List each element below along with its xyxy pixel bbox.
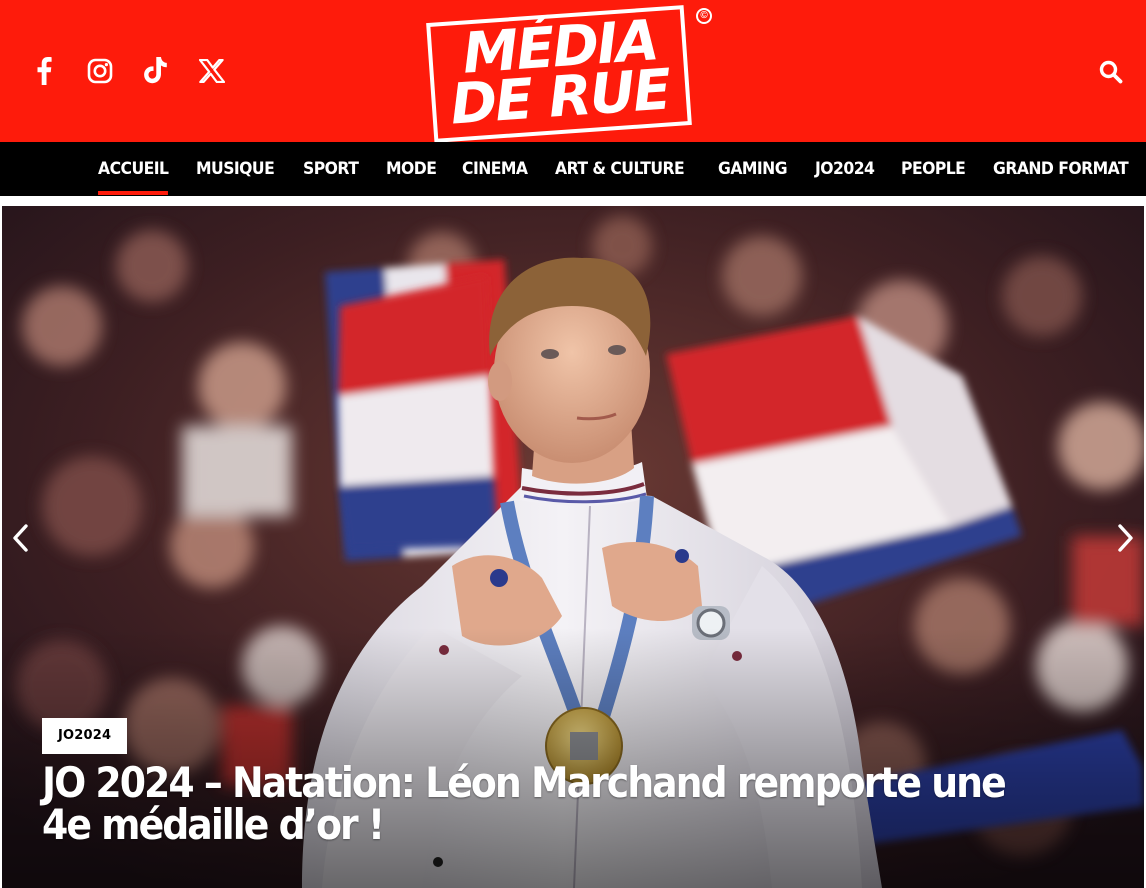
slider-next-button[interactable] <box>1112 518 1140 558</box>
nav-item-musique[interactable]: MUSIQUE <box>185 142 285 196</box>
nav-item-accueil[interactable]: ACCUEIL <box>87 142 179 196</box>
x-twitter-icon <box>199 59 225 83</box>
facebook-link[interactable] <box>16 52 72 90</box>
nav-item-art-culture[interactable]: ART & CULTURE <box>544 142 695 196</box>
tiktok-icon <box>144 57 167 84</box>
site-header: MÉDIA DE RUE © <box>0 0 1146 143</box>
nav-item-people[interactable]: PEOPLE <box>890 142 976 196</box>
nav-list: ACCUEIL MUSIQUE SPORT MODE CINEMA ART & … <box>87 142 1146 196</box>
instagram-icon <box>87 58 113 84</box>
x-twitter-link[interactable] <box>184 52 240 90</box>
slider-prev-button[interactable] <box>6 518 34 558</box>
instagram-link[interactable] <box>72 52 128 90</box>
social-links <box>16 52 240 90</box>
main-nav: ACCUEIL MUSIQUE SPORT MODE CINEMA ART & … <box>0 142 1146 196</box>
hero-slider[interactable]: JO2024 JO 2024 – Natation: Léon Marchand… <box>2 206 1144 888</box>
nav-item-cinema[interactable]: CINEMA <box>451 142 539 196</box>
site-logo[interactable]: MÉDIA DE RUE © <box>426 5 716 143</box>
facebook-icon <box>37 57 52 85</box>
nav-item-mode[interactable]: MODE <box>375 142 447 196</box>
nav-item-jo2024[interactable]: JO2024 <box>804 142 885 196</box>
chevron-right-icon <box>1118 524 1133 552</box>
chevron-left-icon <box>13 524 28 552</box>
hero-headline[interactable]: JO 2024 – Natation: Léon Marchand rempor… <box>42 762 1014 846</box>
tiktok-link[interactable] <box>128 52 184 90</box>
nav-item-gaming[interactable]: GAMING <box>707 142 798 196</box>
nav-item-sport[interactable]: SPORT <box>292 142 369 196</box>
category-badge[interactable]: JO2024 <box>42 718 128 754</box>
copyright-mark: © <box>696 8 712 24</box>
search-button[interactable] <box>1094 56 1128 88</box>
search-icon <box>1099 60 1123 84</box>
nav-item-grand-format[interactable]: GRAND FORMAT <box>982 142 1139 196</box>
